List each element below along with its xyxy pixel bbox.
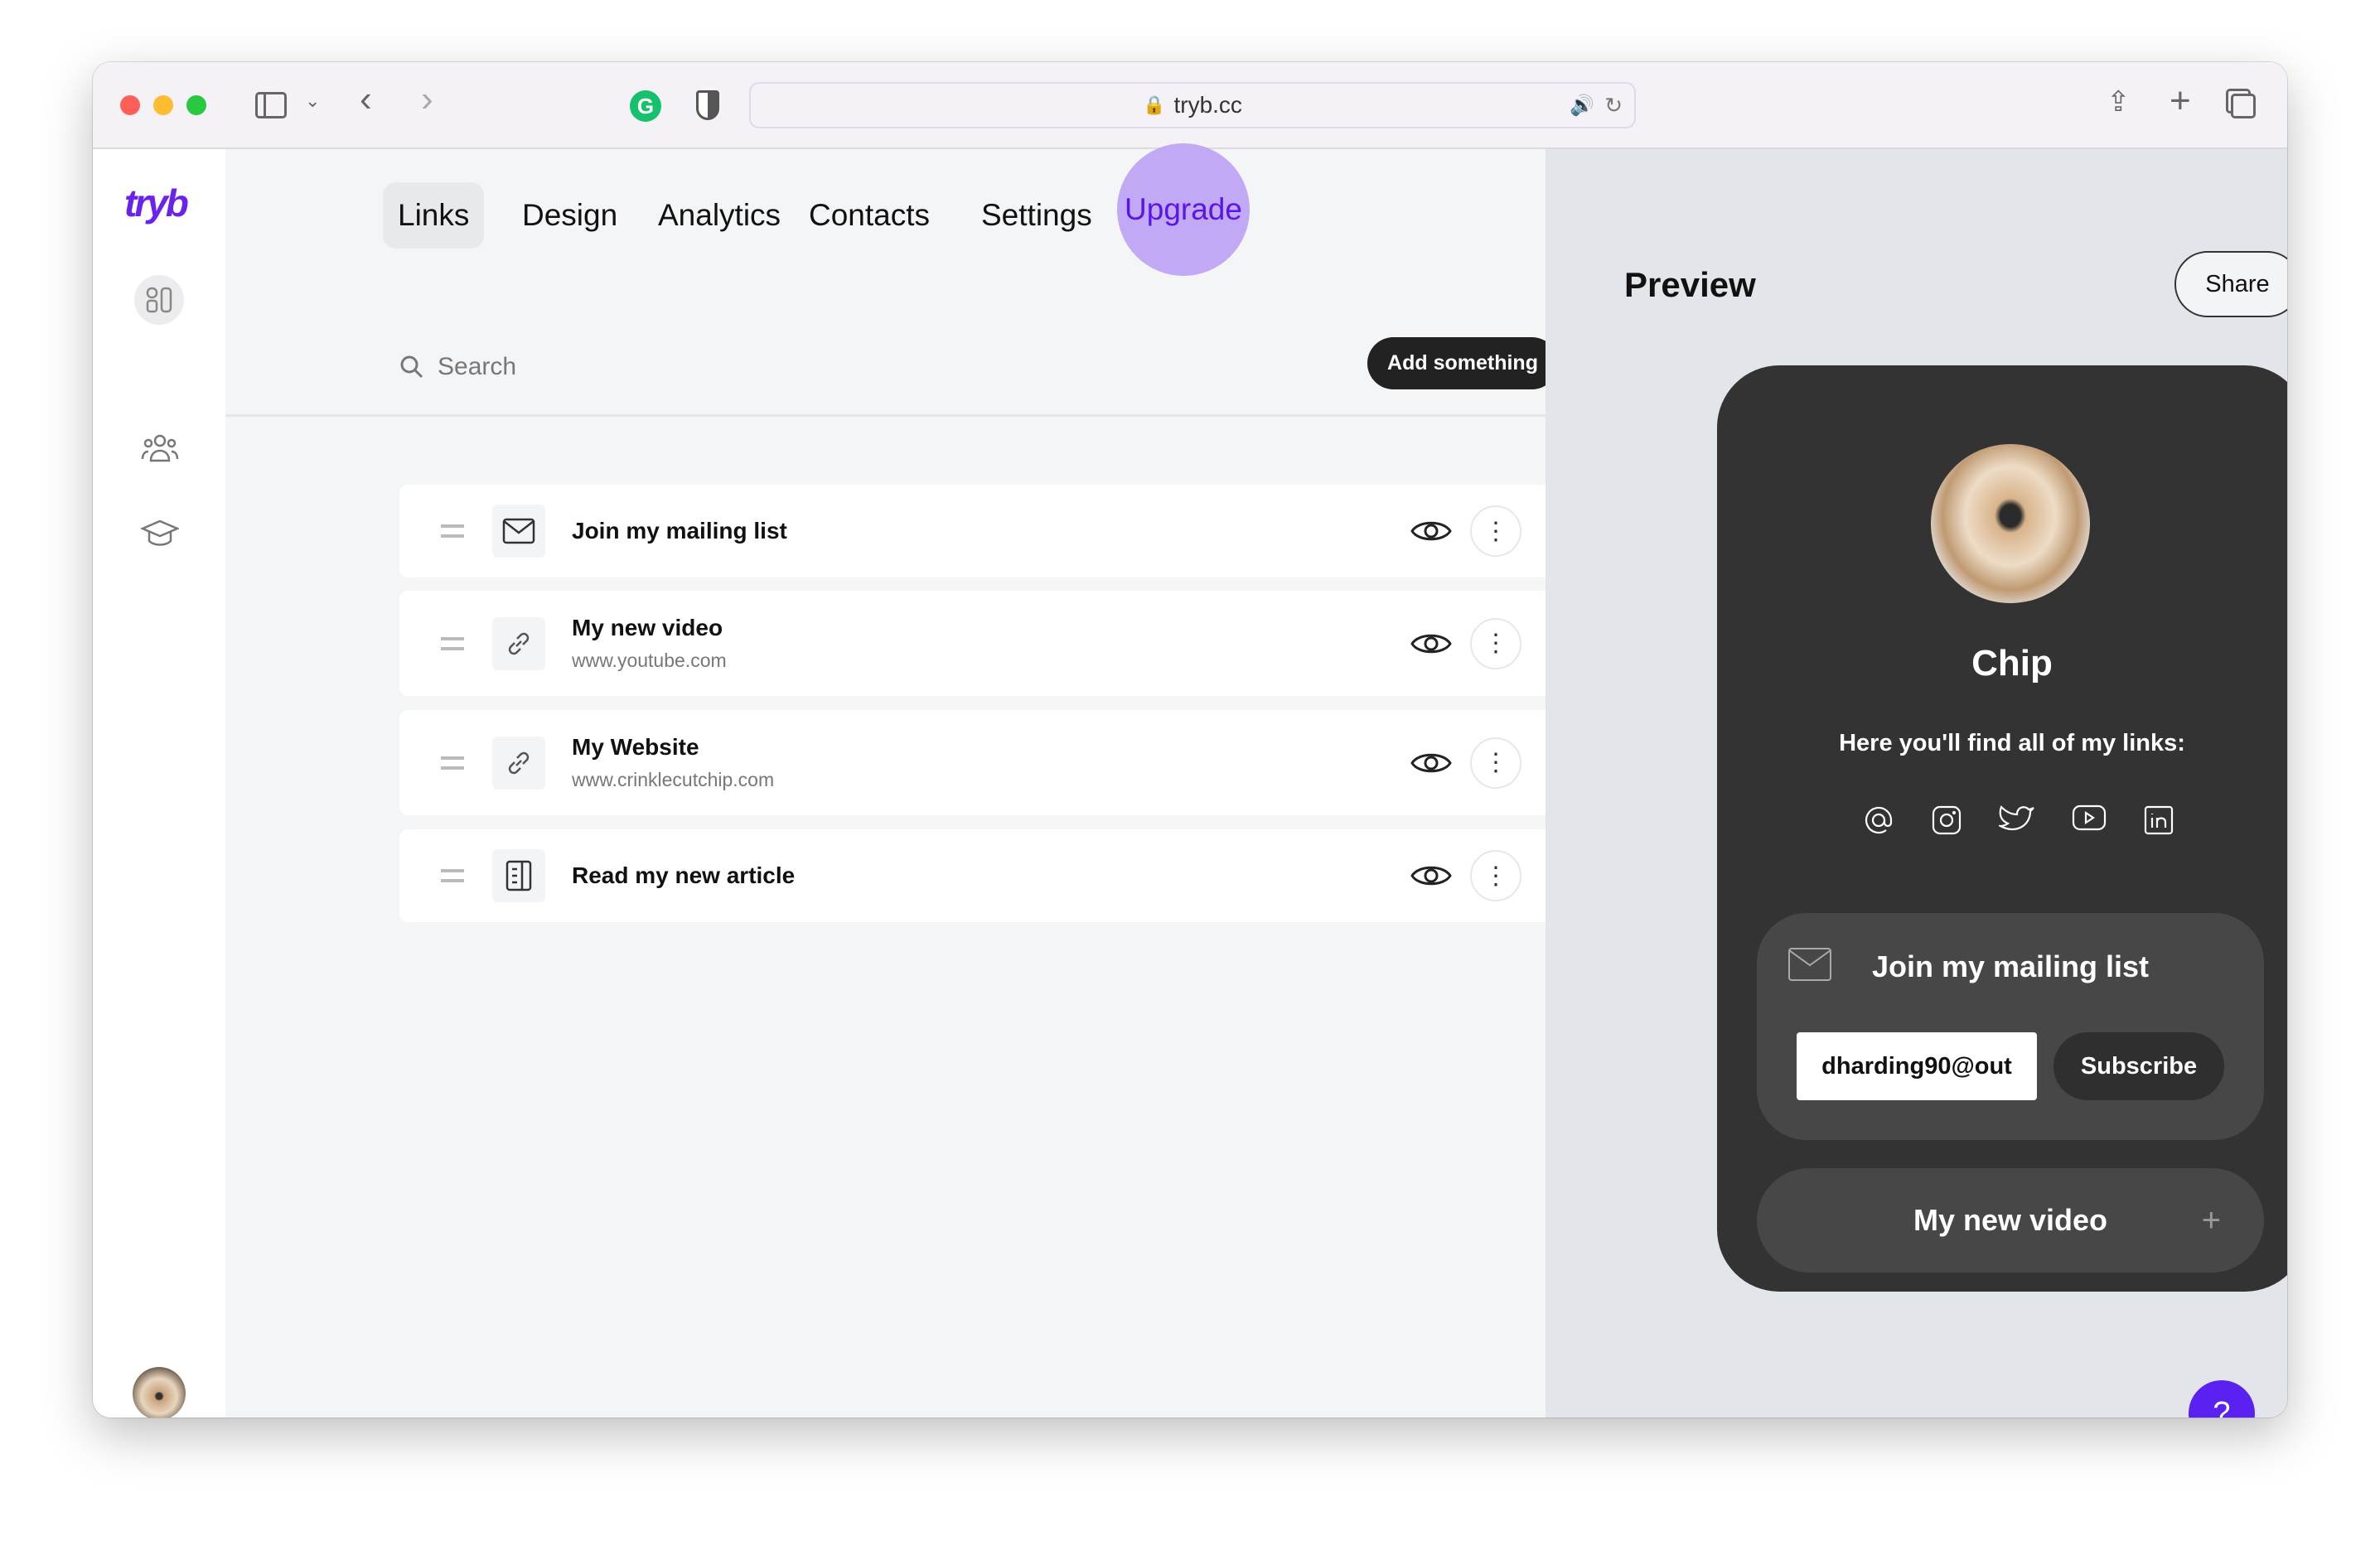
item-title: My Website (572, 734, 699, 760)
item-title: Join my mailing list (572, 518, 787, 543)
divider (225, 414, 1546, 417)
link-icon (492, 736, 545, 790)
add-something-button[interactable]: Add something (1367, 337, 1558, 389)
social-icons (1863, 804, 2174, 836)
more-options-button[interactable]: ⋮ (1470, 850, 1521, 901)
preview-panel: Preview Share Chip Here you'll find all … (1546, 149, 2287, 1418)
chevron-down-icon[interactable]: ⌄ (305, 90, 320, 112)
tab-analytics[interactable]: Analytics (643, 182, 796, 249)
tab-contacts[interactable]: Contacts (794, 182, 945, 249)
article-icon (492, 849, 545, 902)
link-card-title: My new video (1913, 1203, 2108, 1237)
youtube-icon[interactable] (2072, 804, 2107, 831)
reload-icon[interactable]: ↻ (1604, 93, 1623, 118)
share-button[interactable]: Share (2174, 251, 2287, 317)
eye-icon[interactable] (1410, 517, 1452, 545)
main-panel: Links Design Analytics Contacts Settings… (225, 143, 1558, 1418)
maximize-window-button[interactable] (186, 95, 206, 115)
mail-icon (492, 505, 545, 558)
search-input[interactable]: Search (399, 353, 516, 381)
lock-icon: 🔒 (1143, 94, 1166, 115)
tabs-overview-icon[interactable] (2231, 94, 2256, 118)
item-url: www.crinklecutchip.com (572, 769, 775, 790)
browser-window: ⌄ ‹ › G 🔒 tryb.cc 🔊 ↻ ⇪ + tryb Links Des… (93, 62, 2287, 1418)
drag-handle-icon[interactable] (441, 869, 464, 882)
item-url: www.youtube.com (572, 650, 727, 671)
item-title: My new video (572, 615, 723, 640)
list-item[interactable]: My Website www.crinklecutchip.com ⋮ (399, 710, 1558, 815)
twitter-icon[interactable] (1999, 804, 2035, 836)
more-options-button[interactable]: ⋮ (1470, 737, 1521, 789)
tab-upgrade[interactable]: Upgrade (1117, 143, 1250, 276)
app-sidebar: tryb (93, 149, 225, 1418)
shield-icon[interactable] (696, 90, 719, 120)
eye-icon[interactable] (1410, 630, 1452, 658)
close-window-button[interactable] (120, 95, 140, 115)
share-icon[interactable]: ⇪ (2107, 85, 2131, 118)
more-options-button[interactable]: ⋮ (1470, 505, 1521, 557)
instagram-icon[interactable] (1931, 804, 1962, 836)
tab-design[interactable]: Design (507, 182, 632, 249)
link-card-video[interactable]: My new video + (1757, 1168, 2264, 1273)
eye-icon[interactable] (1410, 862, 1452, 890)
search-placeholder: Search (438, 353, 517, 380)
more-options-button[interactable]: ⋮ (1470, 617, 1521, 669)
url-text: tryb.cc (1173, 92, 1242, 118)
subscribe-button[interactable]: Subscribe (2053, 1032, 2224, 1100)
help-button[interactable]: ? (2189, 1380, 2255, 1418)
eye-icon[interactable] (1410, 749, 1452, 777)
profile-name: Chip (1971, 643, 2053, 684)
minimize-window-button[interactable] (153, 95, 173, 115)
profile-tagline: Here you'll find all of my links: (1839, 730, 2185, 756)
phone-preview: Chip Here you'll find all of my links: J… (1717, 365, 2287, 1292)
tab-links[interactable]: Links (383, 182, 485, 249)
back-icon[interactable]: ‹ (360, 79, 372, 120)
email-field[interactable] (1797, 1032, 2037, 1100)
grammarly-extension-icon[interactable]: G (630, 90, 661, 122)
profile-avatar (1931, 444, 2090, 603)
dashboard-icon[interactable] (134, 275, 184, 325)
address-bar[interactable]: 🔒 tryb.cc 🔊 ↻ (749, 82, 1636, 128)
linkedin-icon[interactable] (2143, 804, 2174, 836)
sidebar-toggle-icon[interactable] (255, 92, 287, 118)
new-tab-icon[interactable]: + (2170, 80, 2191, 122)
mailing-list-card: Join my mailing list Subscribe (1757, 913, 2264, 1140)
drag-handle-icon[interactable] (441, 756, 464, 770)
forward-icon[interactable]: › (421, 79, 433, 120)
list-item[interactable]: Join my mailing list ⋮ (399, 485, 1558, 577)
mailing-list-title: Join my mailing list (1871, 949, 2150, 983)
tryb-logo[interactable]: tryb (124, 181, 189, 225)
tab-settings[interactable]: Settings (966, 182, 1107, 249)
link-icon (492, 616, 545, 670)
drag-handle-icon[interactable] (441, 524, 464, 538)
preview-title: Preview (1624, 265, 1756, 304)
plus-icon[interactable]: + (2202, 1202, 2221, 1239)
user-avatar[interactable] (133, 1367, 186, 1418)
drag-handle-icon[interactable] (441, 636, 464, 650)
search-icon (400, 355, 423, 379)
users-icon[interactable] (141, 432, 179, 466)
browser-toolbar: ⌄ ‹ › G 🔒 tryb.cc 🔊 ↻ ⇪ + (93, 62, 2287, 149)
speaker-icon[interactable]: 🔊 (1570, 94, 1594, 118)
graduation-cap-icon[interactable] (139, 519, 181, 554)
email-icon[interactable] (1863, 804, 1894, 836)
item-title: Read my new article (572, 862, 796, 888)
list-item[interactable]: Read my new article ⋮ (399, 829, 1558, 922)
list-item[interactable]: My new video www.youtube.com ⋮ (399, 591, 1558, 696)
